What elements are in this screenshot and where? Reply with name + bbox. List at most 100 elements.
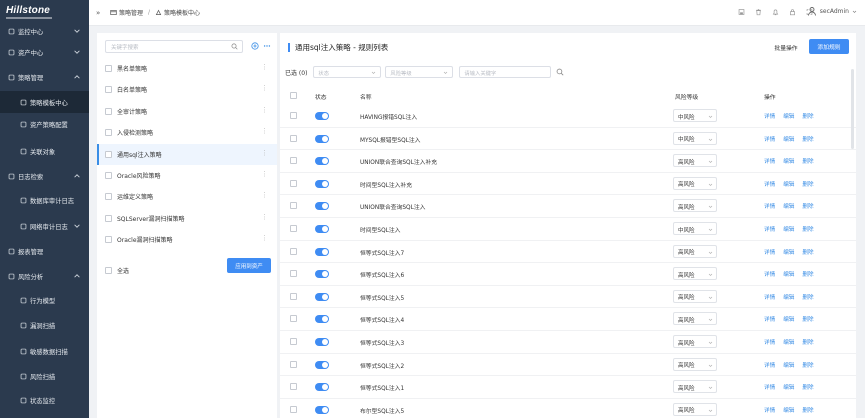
- detail-link[interactable]: 详情: [764, 338, 775, 346]
- policy-checkbox[interactable]: [105, 214, 112, 222]
- sidebar-item[interactable]: 报表管理: [0, 240, 89, 262]
- more-icon[interactable]: [263, 42, 271, 50]
- sidebar-item[interactable]: 数据库审计日志: [0, 189, 89, 211]
- status-toggle[interactable]: [315, 247, 329, 256]
- edit-link[interactable]: 编辑: [783, 406, 794, 414]
- row-checkbox[interactable]: [290, 383, 297, 391]
- policy-checkbox[interactable]: [105, 236, 112, 244]
- edit-link[interactable]: 编辑: [783, 248, 794, 256]
- policy-list-item[interactable]: Oracle风险策略 ⋮: [97, 165, 277, 186]
- risk-level-select[interactable]: 高风险: [673, 357, 717, 371]
- risk-level-select[interactable]: 中风险: [673, 131, 717, 145]
- policy-checkbox[interactable]: [105, 193, 112, 201]
- kebab-menu-icon[interactable]: ⋮: [261, 235, 268, 242]
- kebab-menu-icon[interactable]: ⋮: [261, 64, 268, 71]
- batch-operation-button[interactable]: 批量操作: [768, 40, 804, 54]
- status-filter-select[interactable]: 状态: [313, 66, 382, 78]
- edit-link[interactable]: 编辑: [783, 383, 794, 391]
- row-checkbox[interactable]: [290, 270, 297, 278]
- risk-filter-select[interactable]: 风险等级: [385, 66, 454, 78]
- kebab-menu-icon[interactable]: ⋮: [261, 213, 268, 221]
- sidebar-item[interactable]: 风险扫描: [0, 365, 89, 387]
- delete-link[interactable]: 删除: [802, 202, 813, 210]
- delete-link[interactable]: 删除: [802, 406, 813, 414]
- detail-link[interactable]: 详情: [764, 406, 775, 414]
- row-checkbox[interactable]: [290, 405, 297, 413]
- sidebar-item[interactable]: 敏感数据扫描: [0, 340, 89, 362]
- sidebar-item[interactable]: 策略管理: [0, 66, 89, 88]
- sidebar-item[interactable]: 资产策略配置: [0, 113, 89, 135]
- risk-level-select[interactable]: 中风险: [673, 222, 717, 235]
- sidebar-item[interactable]: 行为模型: [0, 289, 89, 311]
- select-all[interactable]: 全选: [105, 266, 129, 275]
- save-icon[interactable]: [738, 8, 745, 16]
- detail-link[interactable]: 详情: [764, 383, 775, 391]
- status-toggle[interactable]: [315, 405, 329, 414]
- status-toggle[interactable]: [315, 383, 329, 392]
- policy-list-item[interactable]: 运维定义策略 ⋮: [97, 186, 277, 207]
- edit-link[interactable]: 编辑: [783, 112, 794, 120]
- sidebar-item[interactable]: 关联对象: [0, 140, 89, 162]
- risk-level-select[interactable]: 高风险: [673, 312, 717, 326]
- edit-link[interactable]: 编辑: [783, 157, 794, 165]
- row-checkbox[interactable]: [290, 292, 297, 300]
- sidebar-item[interactable]: 状态监控: [0, 389, 89, 411]
- status-toggle[interactable]: [315, 179, 329, 188]
- detail-link[interactable]: 详情: [764, 135, 775, 143]
- status-toggle[interactable]: [315, 112, 329, 120]
- scrollbar-thumb[interactable]: [851, 69, 854, 149]
- risk-level-select[interactable]: 中风险: [673, 109, 717, 122]
- edit-link[interactable]: 编辑: [783, 225, 794, 233]
- policy-list-item[interactable]: 入侵检测策略 ⋮: [97, 122, 277, 143]
- policy-checkbox[interactable]: [105, 172, 112, 179]
- policy-list-item[interactable]: 通用sql注入策略 ⋮: [97, 143, 277, 165]
- kebab-menu-icon[interactable]: ⋮: [261, 106, 268, 114]
- policy-list-item[interactable]: 白名单策略 ⋮: [97, 79, 277, 100]
- row-checkbox[interactable]: [290, 112, 297, 119]
- risk-level-select[interactable]: 高风险: [673, 380, 717, 394]
- sidebar-item[interactable]: 网络审计日志: [0, 215, 89, 237]
- detail-link[interactable]: 详情: [764, 270, 775, 278]
- delete-link[interactable]: 删除: [802, 270, 813, 278]
- apply-to-assets-button[interactable]: 应用到资产: [227, 258, 271, 273]
- search-icon[interactable]: [556, 68, 564, 76]
- kebab-menu-icon[interactable]: ⋮: [261, 128, 268, 135]
- kebab-menu-icon[interactable]: ⋮: [261, 85, 268, 92]
- row-checkbox[interactable]: [290, 202, 297, 210]
- row-checkbox[interactable]: [290, 247, 297, 255]
- detail-link[interactable]: 详情: [764, 180, 775, 188]
- row-checkbox[interactable]: [290, 134, 297, 142]
- row-checkbox[interactable]: [290, 360, 297, 368]
- delete-link[interactable]: 删除: [802, 112, 813, 120]
- sidebar-item[interactable]: 监控中心: [0, 20, 89, 42]
- breadcrumb-item-policy-management[interactable]: 策略管理: [119, 8, 143, 17]
- sidebar-item[interactable]: 风险分析: [0, 265, 89, 287]
- detail-link[interactable]: 详情: [764, 157, 775, 165]
- delete-link[interactable]: 删除: [802, 383, 813, 391]
- policy-list-item[interactable]: 黑名单策略 ⋮: [97, 58, 277, 79]
- status-toggle[interactable]: [315, 270, 329, 279]
- row-checkbox[interactable]: [290, 315, 297, 323]
- status-toggle[interactable]: [315, 315, 329, 324]
- detail-link[interactable]: 详情: [764, 202, 775, 210]
- risk-level-select[interactable]: 高风险: [673, 176, 717, 190]
- status-toggle[interactable]: [315, 134, 329, 143]
- detail-link[interactable]: 详情: [764, 293, 775, 301]
- policy-list-item[interactable]: SQLServer漏洞扫描策略 ⋮: [97, 208, 277, 229]
- risk-level-select[interactable]: 高风险: [673, 199, 717, 213]
- status-toggle[interactable]: [315, 360, 329, 369]
- delete-link[interactable]: 删除: [802, 338, 813, 346]
- kebab-menu-icon[interactable]: ⋮: [261, 171, 268, 178]
- trash-icon[interactable]: [755, 8, 762, 16]
- select-all-checkbox[interactable]: [105, 267, 112, 274]
- sidebar-item[interactable]: 日志检索: [0, 165, 89, 187]
- status-toggle[interactable]: [315, 338, 329, 346]
- risk-level-select[interactable]: 高风险: [673, 154, 717, 168]
- edit-link[interactable]: 编辑: [783, 270, 794, 278]
- policy-checkbox[interactable]: [105, 107, 112, 115]
- policy-checkbox[interactable]: [105, 129, 112, 137]
- sidebar-item[interactable]: 资产中心: [0, 41, 89, 63]
- delete-link[interactable]: 删除: [802, 361, 813, 369]
- search-icon[interactable]: [231, 43, 238, 50]
- policy-list-item[interactable]: 全审计策略 ⋮: [97, 101, 277, 122]
